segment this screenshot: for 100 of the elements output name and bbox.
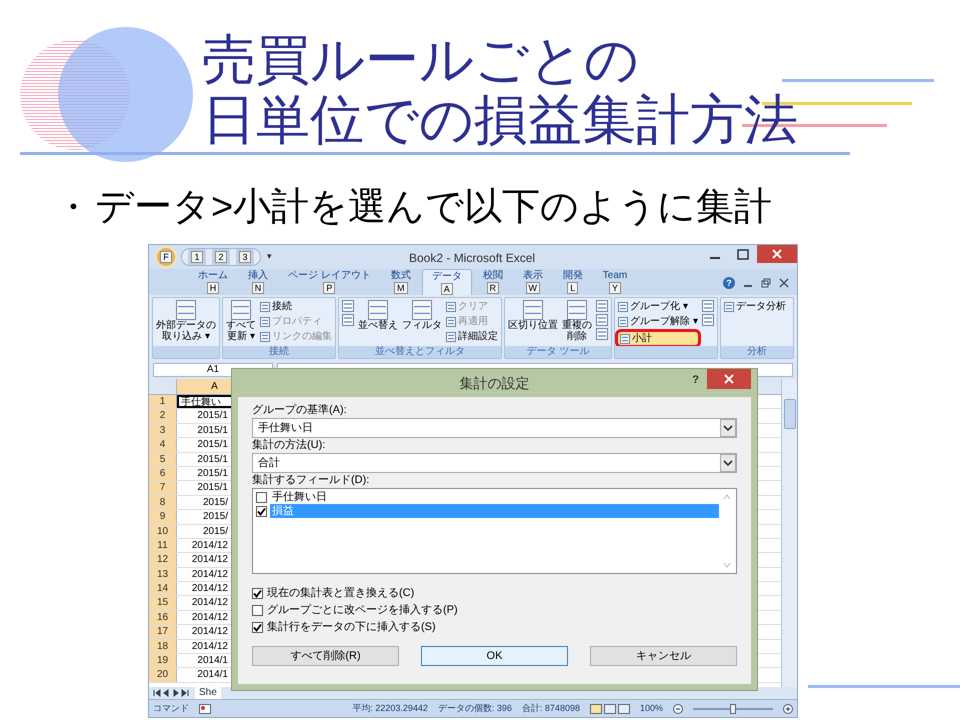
row-header: 6 — [149, 466, 177, 480]
keytip-badge: 3 — [239, 251, 250, 263]
group-footer-bar — [153, 346, 219, 358]
ribbon-tab[interactable]: 校閲 R — [474, 269, 512, 295]
quick-access-button[interactable]: 3 — [236, 249, 254, 265]
keytip-badge: F — [160, 251, 172, 263]
row-header: 14 — [149, 582, 177, 596]
restore-icon[interactable] — [761, 278, 771, 288]
row-header: 9 — [149, 510, 177, 524]
button-label: すべて — [226, 320, 256, 331]
page-layout-view-icon[interactable] — [604, 704, 616, 714]
zoom-in-icon[interactable] — [783, 704, 793, 714]
checkbox[interactable] — [252, 604, 263, 616]
ribbon-tab[interactable]: Team Y — [594, 269, 636, 295]
sheet-icon[interactable] — [618, 302, 628, 312]
close-icon[interactable] — [779, 278, 789, 288]
dropdown-field[interactable]: 合計 — [252, 453, 737, 473]
row-header: 3 — [149, 424, 177, 438]
ribbon-tab[interactable]: データ A — [422, 269, 472, 295]
slider-thumb[interactable] — [730, 704, 736, 714]
customize-arrow[interactable]: ▾ — [267, 250, 272, 264]
sheet-tab[interactable]: She — [195, 687, 221, 699]
ribbon-button[interactable]: 小計 — [618, 332, 698, 345]
option-label: 現在の集計表と置き換える(C) — [267, 586, 414, 600]
group-label: 接続 — [223, 346, 335, 358]
button-label: 更新 ▾ — [227, 331, 255, 342]
sheet-icon[interactable] — [342, 314, 354, 326]
keytip-badge: R — [486, 282, 500, 294]
sheet-icon[interactable] — [567, 300, 587, 320]
sheet-icon[interactable] — [724, 302, 734, 312]
help-button[interactable]: ? — [692, 372, 699, 388]
sheet-icon[interactable] — [596, 328, 608, 340]
scroll-thumb[interactable] — [784, 399, 796, 429]
ribbon-tab[interactable]: 数式 M — [382, 269, 420, 295]
sheet-icon[interactable] — [618, 316, 628, 326]
sheet-icon[interactable] — [231, 300, 251, 320]
button-label: 並べ替え — [358, 320, 398, 331]
button-label: 重複の — [562, 320, 592, 331]
sheet-icon[interactable] — [342, 300, 354, 312]
macro-record-icon[interactable] — [199, 704, 211, 714]
option-label: 集計行をデータの下に挿入する(S) — [267, 620, 436, 634]
ribbon-button[interactable]: 重複の 削除 — [562, 300, 592, 342]
ribbon-button[interactable]: すべて 更新 ▾ — [226, 300, 256, 342]
group-label: データ ツール — [505, 346, 611, 358]
sheet-icon[interactable] — [702, 314, 714, 326]
sheet-icon[interactable] — [446, 332, 456, 342]
ribbon-tab[interactable]: 表示 W — [514, 269, 552, 295]
ribbon-tab[interactable]: ページ レイアウト P — [279, 269, 380, 295]
dialog-button[interactable]: すべて削除(R) — [252, 646, 399, 666]
keytip-badge: P — [323, 282, 336, 294]
row-header: 10 — [149, 524, 177, 538]
page-break-view-icon[interactable] — [618, 704, 630, 714]
sheet-icon[interactable] — [368, 300, 388, 320]
field-label: グループの基準(A): — [252, 403, 348, 418]
normal-view-icon[interactable] — [590, 704, 602, 714]
office-button[interactable]: F — [155, 246, 177, 268]
ribbon-button[interactable]: フィルタ — [402, 300, 442, 331]
ribbon-button[interactable]: 詳細設定 — [446, 330, 498, 343]
vertical-scrollbar[interactable] — [781, 379, 797, 687]
button-label: リンクの編集 — [272, 330, 332, 343]
group-label: 分析 — [720, 346, 793, 358]
sheet-navigation-icon[interactable] — [153, 689, 189, 697]
sheet-icon[interactable] — [702, 300, 714, 312]
sheet-icon[interactable] — [523, 300, 543, 320]
button-label: クリア — [458, 300, 488, 313]
sheet-icon[interactable] — [176, 300, 196, 320]
row-header: 19 — [149, 654, 177, 668]
quick-access-button[interactable]: 2 — [212, 249, 230, 265]
ribbon-button[interactable]: グループ化 ▾ — [618, 300, 698, 313]
chevron-down-icon[interactable] — [720, 454, 736, 472]
quick-access-button[interactable]: 1 — [188, 249, 206, 265]
sheet-icon[interactable] — [260, 302, 270, 312]
sheet-icon[interactable] — [620, 334, 630, 344]
button-label: プロパティ — [272, 315, 322, 328]
ribbon-button[interactable]: 接続 — [260, 300, 332, 313]
ribbon-tab[interactable]: ホーム H — [189, 269, 237, 295]
ribbon-tab[interactable]: 挿入 N — [239, 269, 277, 295]
status-average: 平均: 22203.29442 — [352, 702, 428, 715]
sheet-icon[interactable] — [596, 314, 608, 326]
dialog-button[interactable]: OK — [421, 646, 568, 666]
checkbox[interactable] — [256, 492, 267, 502]
bullet-text: データ>小計を選んで以下のように集計 — [95, 188, 772, 226]
ribbon-button[interactable]: 区切り位置 — [508, 300, 558, 331]
dropdown-field[interactable]: 手仕舞い日 — [252, 418, 737, 438]
ribbon-button[interactable]: 外部データの 取り込み ▾ — [156, 300, 216, 342]
close-button[interactable] — [707, 369, 751, 389]
ribbon-tab[interactable]: 開発 L — [554, 269, 592, 295]
ribbon-button[interactable]: データ分析 — [724, 300, 786, 313]
button-label: 外部データの — [156, 320, 216, 331]
help-button[interactable]: ? — [723, 277, 735, 289]
row-header: 8 — [149, 496, 177, 510]
dialog-button[interactable]: キャンセル — [590, 646, 737, 666]
ribbon-button[interactable]: 並べ替え — [358, 300, 398, 331]
zoom-out-icon[interactable] — [673, 704, 683, 714]
sheet-icon[interactable] — [596, 300, 608, 312]
field-label: 集計するフィールド(D): — [252, 473, 370, 488]
close-button[interactable] — [757, 245, 797, 263]
sheet-icon[interactable] — [412, 300, 432, 320]
chevron-down-icon[interactable] — [720, 419, 736, 437]
list-item[interactable]: 手仕舞い日 — [270, 490, 719, 504]
